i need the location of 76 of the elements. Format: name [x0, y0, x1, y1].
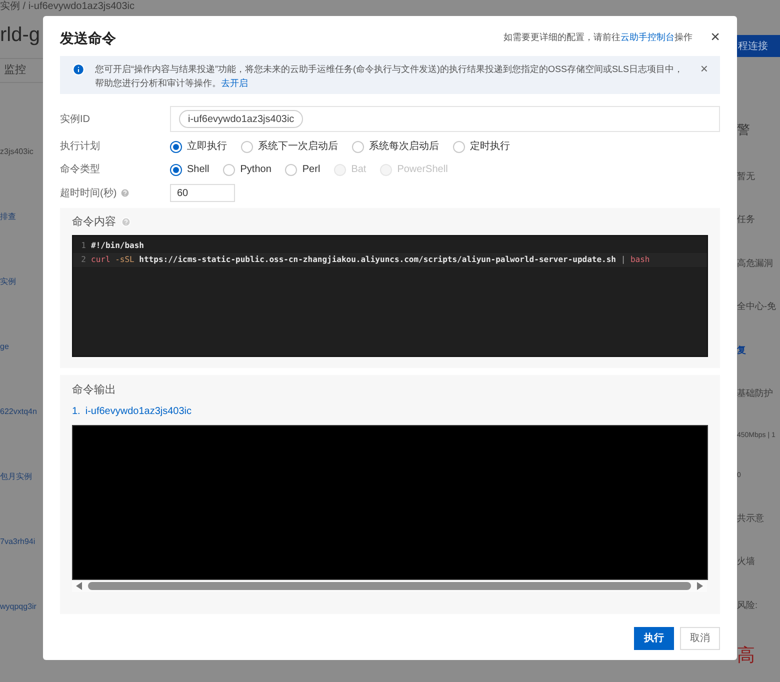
line-number: 1 — [80, 240, 87, 252]
radio-button[interactable] — [352, 140, 364, 152]
radio-option[interactable]: 定时执行 — [453, 139, 510, 154]
page-text: 共示意 — [737, 512, 765, 524]
page-text: 暂无 — [737, 170, 756, 182]
radio-label: Shell — [187, 163, 210, 177]
field-label: 执行计划 — [60, 140, 100, 154]
field-label: 命令类型 — [60, 162, 100, 177]
radio-option[interactable]: 系统下一次启动后 — [241, 139, 338, 154]
radio-label: PowerShell — [397, 163, 448, 177]
execute-button[interactable]: 执行 — [634, 627, 674, 650]
page-text[interactable]: 实例 — [0, 276, 43, 288]
radio-label: Perl — [302, 163, 320, 177]
page-text: 火墙 — [737, 555, 756, 568]
field-label: 超时时间(秒) — [60, 186, 117, 200]
page-text: 风险: — [737, 598, 759, 612]
page-text: 高危漏洞 — [737, 256, 774, 270]
radio-label: 定时执行 — [470, 140, 510, 154]
code-line: #!/bin/bash — [91, 240, 144, 252]
radio-button[interactable] — [285, 164, 298, 176]
radio-button[interactable] — [170, 164, 182, 176]
instance-field[interactable]: i-uf6evywdo1az3js403ic — [170, 106, 720, 132]
page-text: 基础防护 — [737, 387, 774, 400]
instance-link[interactable]: i-uf6evywdo1az3js403ic — [85, 404, 192, 418]
radio-button[interactable] — [223, 164, 236, 176]
section-title: 命令输出 — [72, 383, 117, 398]
scroll-left-icon[interactable] — [76, 582, 82, 590]
radio-label: Bat — [351, 163, 366, 177]
info-icon — [72, 63, 85, 76]
console-link[interactable]: 云助手控制台 — [620, 32, 675, 42]
alert-message: 您可开启“操作内容与结果投递”功能，将您未来的云助手运维任务(命令执行与文件发送)的执行结果投递到您指定的OSS存储空间或SLS日志项目中，帮助您进行分析和审计等操作。去开启 — [95, 63, 684, 90]
radio-option[interactable]: Shell — [170, 162, 210, 177]
cancel-button[interactable]: 取消 — [680, 627, 720, 650]
field-label: 实例ID — [60, 112, 90, 126]
page-title: rld-g — [0, 23, 42, 47]
page-text: 高 — [737, 644, 756, 667]
help-icon — [121, 217, 131, 227]
scrollbar-thumb[interactable] — [88, 582, 691, 590]
radio-label: 立即执行 — [187, 140, 227, 154]
page-text: z3js403ic — [0, 146, 34, 158]
dialog-title: 发送命令 — [60, 28, 116, 48]
page-text[interactable]: 622vxtq4n — [0, 406, 43, 418]
radio-label: 系统每次启动后 — [369, 140, 439, 154]
page-text: 警 — [737, 121, 751, 139]
remote-connect-button[interactable]: 程连接 — [737, 35, 780, 57]
page-text[interactable]: 排查 — [0, 211, 43, 223]
radio-button[interactable] — [170, 140, 182, 152]
radio-option[interactable]: 系统每次启动后 — [352, 139, 439, 154]
page-text[interactable]: ge — [0, 341, 43, 353]
alert-close-button[interactable]: × — [700, 62, 708, 75]
code-line: curl -sSL https://icms-static-public.oss-cn-zhangjiakou.aliyuncs.com/scripts/aliyun-palworld-server-update.sh | bash — [91, 254, 650, 266]
radio-label: Python — [240, 163, 272, 177]
radio-option[interactable]: 立即执行 — [170, 139, 227, 154]
instance-tag: i-uf6evywdo1az3js403ic — [179, 110, 304, 128]
scroll-right-icon[interactable] — [697, 582, 703, 590]
radio-label: 系统下一次启动后 — [258, 140, 338, 154]
radio-button[interactable] — [453, 140, 465, 152]
breadcrumb: 实例 / i-uf6evywdo1az3js403ic — [0, 1, 135, 13]
enable-link[interactable]: 去开启 — [221, 78, 248, 88]
timeout-input[interactable]: 60 — [170, 184, 235, 202]
page-tab[interactable]: 监控 — [0, 62, 26, 79]
list-number: 1. — [72, 404, 80, 418]
page-text[interactable]: 7va3rh94i — [0, 536, 43, 548]
code-editor[interactable]: 1 #!/bin/bash 2 curl -sSL https://icms-static-public.oss-cn-zhangjiakou.aliyuncs.com/scripts/aliyun-palworld-server-update.sh | bash — [72, 235, 708, 357]
page-text[interactable]: wyqpqg3ir — [0, 601, 43, 613]
page-text: 任务 — [737, 213, 756, 226]
section-title: 命令内容 — [72, 214, 116, 230]
page-text: 复 — [737, 344, 747, 356]
radio-button[interactable] — [241, 140, 253, 152]
page-text: 全中心-免 — [737, 300, 777, 313]
console-hint: 如需要更详细的配置，请前往云助手控制台操作 — [504, 31, 693, 44]
close-button[interactable]: × — [710, 30, 720, 46]
radio-option[interactable]: Perl — [285, 162, 320, 177]
line-number: 2 — [80, 254, 87, 266]
page-text[interactable]: 包月实例 — [0, 471, 43, 483]
radio-option[interactable]: Python — [223, 162, 272, 177]
